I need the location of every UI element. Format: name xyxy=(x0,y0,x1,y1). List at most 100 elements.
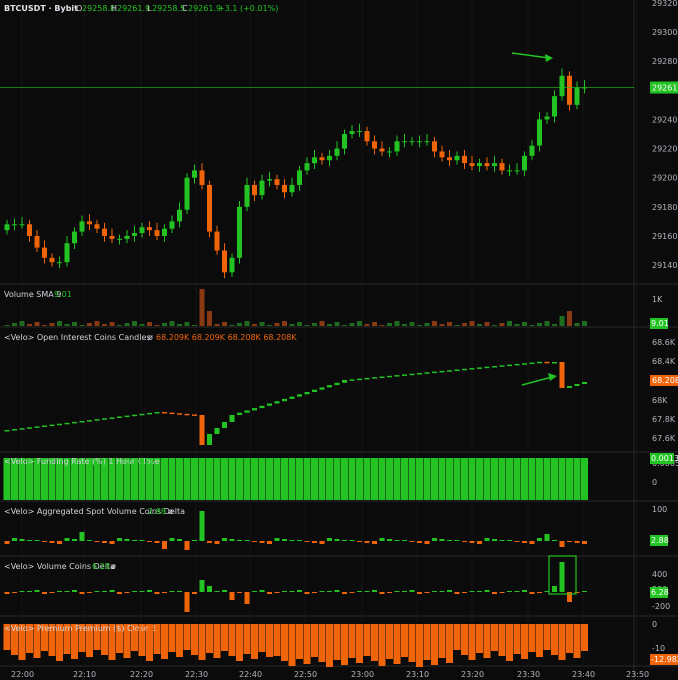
vol-delta-bar xyxy=(484,590,490,592)
volume-bar xyxy=(42,325,47,326)
spot-delta-bar xyxy=(72,539,77,541)
price-candle xyxy=(252,184,257,196)
funding-bar xyxy=(168,458,176,500)
vol-delta-bar xyxy=(27,591,32,592)
price-candle xyxy=(297,170,302,185)
premium-tick-label: -10 xyxy=(652,644,665,653)
volume-bar xyxy=(402,324,407,326)
price-candle xyxy=(567,75,572,105)
premium-bar xyxy=(251,624,258,659)
time-tick-label: 22:00 xyxy=(11,670,34,679)
oi-candle xyxy=(529,362,535,364)
oi-candle xyxy=(34,426,40,428)
premium-bar xyxy=(483,624,491,658)
spot-delta-bar xyxy=(117,538,122,541)
volume-badge-label: 9.01 xyxy=(651,319,669,328)
oi-candle xyxy=(334,382,340,386)
oi-candle xyxy=(42,425,47,427)
price-candle xyxy=(27,224,32,236)
volume-bar xyxy=(297,322,302,326)
volume-bar xyxy=(169,321,175,326)
oi-candle xyxy=(147,412,152,415)
premium-bar xyxy=(416,624,423,667)
price-tick-label: 29300.0 xyxy=(652,28,678,37)
volume-bar xyxy=(132,321,137,326)
price-candle xyxy=(94,224,100,229)
spot-delta-symbol: ø xyxy=(168,507,173,516)
time-tick-label: 23:10 xyxy=(406,670,429,679)
volume-bar xyxy=(469,321,475,326)
premium-bar xyxy=(566,624,573,653)
funding-badge-label: 0.0013 xyxy=(651,454,678,463)
oi-candle xyxy=(387,375,392,378)
spot-delta-bar xyxy=(552,540,557,541)
funding-bar xyxy=(378,458,386,500)
price-candle xyxy=(147,227,152,231)
price-candle xyxy=(342,133,347,149)
oi-badge-label: 68.208K xyxy=(652,376,678,385)
volume-bar xyxy=(124,323,130,326)
oi-candle xyxy=(87,420,92,422)
oi-tick-label: 67.6K xyxy=(652,434,676,443)
time-tick-label: 22:40 xyxy=(239,670,262,679)
vol-delta-bar xyxy=(4,592,10,594)
time-tick-label: 23:30 xyxy=(517,670,540,679)
spot-delta-bar xyxy=(537,538,542,541)
oi-candle xyxy=(27,427,32,429)
spot-delta-bar xyxy=(507,540,512,541)
volume-bar xyxy=(214,324,220,326)
premium-bar xyxy=(168,624,176,652)
chart-canvas[interactable]: BTCUSDT · Bybit O 29258.8 H 29261.9 L 29… xyxy=(0,0,678,680)
spot-delta-bar xyxy=(42,541,47,542)
price-candle xyxy=(544,116,550,120)
vol-delta-bar xyxy=(34,590,40,592)
volume-bar xyxy=(514,324,520,326)
premium-bar xyxy=(431,624,438,665)
oi-tick-label: 67.8K xyxy=(652,415,676,424)
price-candle xyxy=(222,250,227,273)
volume-bar xyxy=(147,322,152,326)
funding-bar xyxy=(581,458,588,500)
vol-delta-bar xyxy=(529,592,535,594)
vol-delta-bar xyxy=(252,591,257,592)
oi-candle xyxy=(282,398,287,402)
volume-bar xyxy=(417,325,422,326)
volume-bar xyxy=(379,325,385,326)
price-candle xyxy=(484,163,490,167)
oi-candle xyxy=(582,382,587,384)
volume-bar xyxy=(364,324,370,326)
funding-bar xyxy=(221,458,228,500)
price-candle xyxy=(34,235,40,248)
oi-tick-label: 68.4K xyxy=(652,357,676,366)
funding-bar xyxy=(423,458,431,500)
funding-bar xyxy=(483,458,491,500)
price-candle xyxy=(537,119,542,146)
price-tick-label: 29160.0 xyxy=(652,232,678,241)
volume-bar xyxy=(544,321,550,326)
volume-bar xyxy=(537,323,542,326)
oi-tick-label: 68K xyxy=(652,396,668,405)
vol-delta-bar xyxy=(364,591,370,592)
vol-delta-bar xyxy=(42,592,47,594)
volume-bar xyxy=(492,325,497,326)
spot-delta-bar xyxy=(34,540,40,541)
price-candle xyxy=(394,141,400,152)
price-candle xyxy=(19,224,25,226)
price-candle xyxy=(169,221,175,229)
volume-bar xyxy=(439,324,445,326)
funding-bar xyxy=(288,458,296,500)
funding-bar xyxy=(183,458,191,500)
spot-delta-bar xyxy=(27,540,32,541)
volume-bar xyxy=(342,325,347,326)
oi-candle xyxy=(514,363,520,366)
vol-delta-bar xyxy=(379,592,385,594)
price-candle xyxy=(304,163,310,171)
vol-delta-bar xyxy=(342,592,347,594)
volume-bar xyxy=(87,323,92,326)
oi-candle xyxy=(57,423,62,426)
vol-delta-bar xyxy=(139,591,145,592)
funding-value: 0.0013 xyxy=(126,457,154,466)
price-tick-label: 29280.0 xyxy=(652,57,678,66)
spot-delta-bar xyxy=(402,540,407,541)
vol-delta-bar xyxy=(282,591,287,592)
